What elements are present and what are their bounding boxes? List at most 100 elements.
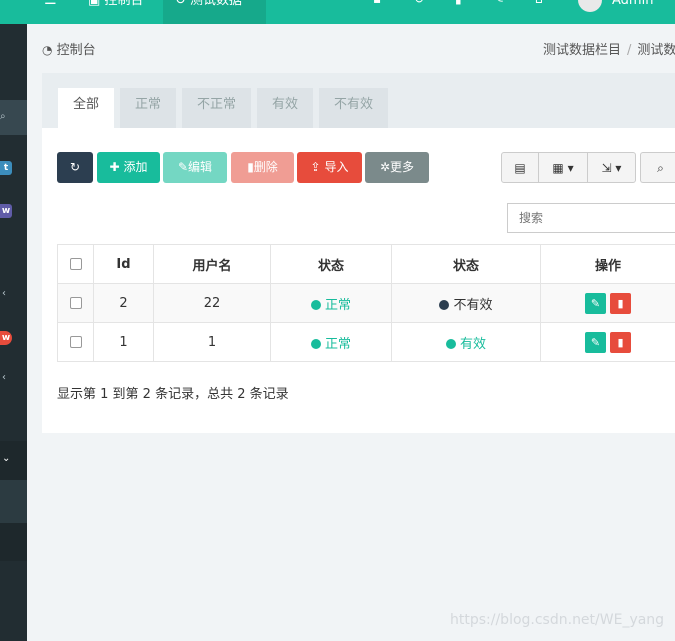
status-dot-icon — [310, 339, 321, 349]
user-name[interactable]: Admin — [612, 0, 653, 24]
main-content: ◔ 控制台 测试数据栏目 / 测试数 全部 正常 不正常 有效 不有效 ↻ ✚ 添加… — [27, 24, 675, 641]
column-header-actions: 操作 — [540, 244, 675, 284]
house-icon[interactable]: ⌂ — [535, 0, 543, 6]
upload-icon: ⇪ — [310, 160, 321, 174]
cell-status[interactable]: 正常 — [270, 322, 392, 362]
nav-tab-dashboard[interactable]: ▣ 控制台 — [76, 0, 155, 24]
breadcrumb: 测试数据栏目 / 测试数 — [543, 39, 675, 58]
tab-abnormal[interactable]: 不正常 — [182, 88, 251, 128]
pencil-icon: ✎ — [590, 296, 601, 310]
refresh-icon[interactable]: ↻ — [414, 0, 424, 6]
avatar[interactable] — [578, 0, 602, 12]
translate-icon[interactable]: ✎ — [494, 0, 504, 6]
search-icon: ⌕ — [657, 161, 664, 175]
edit-row-button[interactable]: ✎ — [585, 292, 606, 314]
column-header-status-2[interactable]: 状态 — [391, 244, 541, 284]
row-checkbox-cell — [57, 322, 94, 362]
status-dot-icon — [439, 300, 450, 310]
tab-normal[interactable]: 正常 — [120, 88, 176, 128]
chevron-left-icon[interactable]: ‹ — [2, 372, 6, 383]
refresh-button[interactable]: ↻ — [57, 152, 93, 183]
column-header-status[interactable]: 状态 — [270, 244, 392, 284]
table-row[interactable]: 2 22 正常 不有效 ✎ ▮ — [57, 283, 675, 323]
column-header-username[interactable]: 用户名 — [153, 244, 271, 284]
breadcrumb-current: 测试数 — [637, 43, 675, 58]
export-icon: ⇲ — [601, 161, 612, 175]
top-navbar: ☰ ▣ 控制台 ↻ 测试数据 ▪ ↻ ▮ ✎ ⌂ Admin — [0, 0, 675, 24]
trash-icon: ▮ — [247, 160, 254, 174]
trash-icon[interactable]: ▮ — [455, 0, 462, 6]
more-button[interactable]: ✲更多 — [365, 152, 429, 183]
cell-status-2[interactable]: 有效 — [391, 322, 541, 362]
import-button[interactable]: ⇪ 导入 — [297, 152, 362, 183]
nav-tab-test-data[interactable]: ↻ 测试数据 — [163, 0, 266, 24]
status-dot-icon — [310, 300, 321, 310]
home-icon[interactable]: ▪ — [373, 0, 381, 6]
cell-actions: ✎ ▮ — [540, 283, 675, 323]
cell-status[interactable]: 正常 — [270, 283, 392, 323]
table-header-row: Id 用户名 状态 状态 操作 — [57, 244, 675, 284]
pagination-summary: 显示第 1 到第 2 条记录，总共 2 条记录 — [57, 387, 289, 402]
data-table: Id 用户名 状态 状态 操作 2 22 正常 不有效 ✎ ▮ 1 1 正常 有… — [57, 244, 675, 362]
search-icon: ⌕ — [0, 111, 6, 122]
breadcrumb-link[interactable]: 测试数据栏目 — [543, 43, 621, 58]
sidebar: ⌕ t w ‹ w ‹ ⌄ — [0, 24, 27, 641]
row-checkbox[interactable] — [69, 297, 82, 309]
caret-down-icon: ▾ — [615, 161, 622, 175]
sidebar-subitem-active[interactable] — [0, 480, 27, 523]
grid-icon: ▦ — [552, 161, 564, 175]
edit-row-button[interactable]: ✎ — [585, 331, 606, 353]
row-checkbox[interactable] — [69, 336, 82, 348]
sidebar-item-open[interactable]: ⌄ — [0, 441, 27, 480]
caret-down-icon: ▾ — [567, 161, 574, 175]
add-button[interactable]: ✚ 添加 — [97, 152, 160, 183]
tab-valid[interactable]: 有效 — [257, 88, 313, 128]
tab-all[interactable]: 全部 — [58, 88, 114, 128]
row-checkbox-cell — [57, 283, 94, 323]
page-title: ◔ 控制台 — [42, 43, 96, 58]
columns-button[interactable]: ▦ ▾ — [538, 152, 588, 183]
cell-username: 22 — [153, 283, 271, 323]
dashboard-icon: ◔ — [42, 43, 53, 57]
list-icon: ▤ — [514, 161, 526, 175]
pencil-icon: ✎ — [590, 335, 601, 349]
cell-status-2[interactable]: 不有效 — [391, 283, 541, 323]
export-button[interactable]: ⇲ ▾ — [587, 152, 636, 183]
delete-row-button[interactable]: ▮ — [610, 292, 631, 314]
status-dot-icon — [445, 339, 456, 349]
sidebar-item-highlight[interactable]: ⌕ — [0, 100, 27, 135]
sidebar-badge-view: w — [0, 204, 12, 218]
cell-id: 1 — [93, 322, 154, 362]
sidebar-badge-new: t — [0, 161, 12, 175]
panel-tabs: 全部 正常 不正常 有效 不有效 — [42, 73, 675, 128]
menu-icon[interactable]: ☰ — [44, 0, 57, 8]
data-panel: 全部 正常 不正常 有效 不有效 ↻ ✚ 添加 ✎编辑 ▮删除 ⇪ 导入 ✲更多… — [42, 73, 675, 433]
trash-icon: ▮ — [617, 296, 624, 310]
refresh-icon: ↻ — [175, 0, 186, 8]
delete-row-button[interactable]: ▮ — [610, 331, 631, 353]
cell-id: 2 — [93, 283, 154, 323]
sidebar-badge-count: w — [0, 331, 12, 345]
select-all-checkbox[interactable] — [69, 258, 82, 270]
gear-icon: ✲ — [379, 160, 391, 174]
search-button[interactable]: ⌕ — [640, 152, 675, 183]
tab-invalid[interactable]: 不有效 — [319, 88, 388, 128]
toggle-view-button[interactable]: ▤ — [501, 152, 539, 183]
search-input[interactable] — [507, 203, 675, 233]
sidebar-subitem[interactable] — [0, 523, 27, 561]
watermark: https://blog.csdn.net/WE_yang — [450, 612, 665, 628]
refresh-icon: ↻ — [69, 160, 81, 174]
pencil-icon: ✎ — [177, 160, 189, 174]
edit-button[interactable]: ✎编辑 — [163, 152, 227, 183]
cell-username: 1 — [153, 322, 271, 362]
cell-actions: ✎ ▮ — [540, 322, 675, 362]
chevron-down-icon: ⌄ — [2, 453, 11, 464]
plus-icon: ✚ — [109, 160, 120, 174]
table-row[interactable]: 1 1 正常 有效 ✎ ▮ — [57, 322, 675, 362]
select-all-cell — [57, 244, 94, 284]
column-header-id[interactable]: Id — [93, 244, 154, 284]
breadcrumb-separator: / — [627, 43, 632, 58]
delete-button[interactable]: ▮删除 — [231, 152, 294, 183]
chevron-left-icon[interactable]: ‹ — [2, 288, 6, 299]
trash-icon: ▮ — [617, 335, 624, 349]
